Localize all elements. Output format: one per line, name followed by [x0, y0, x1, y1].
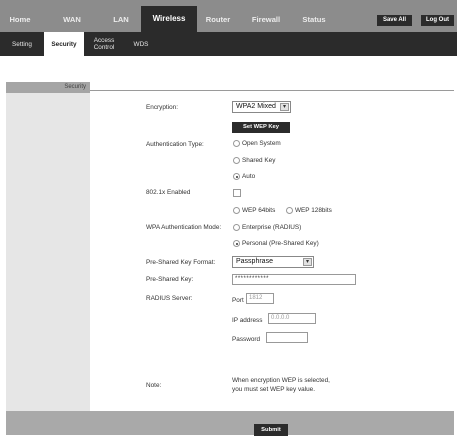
chevron-down-icon: ▾ [303, 258, 312, 266]
dot1x-label: 802.1x Enabled [146, 189, 191, 196]
radius-port-label: Port [232, 297, 244, 304]
nav-tab-lan[interactable]: LAN [101, 0, 141, 32]
radius-label: RADIUS Server: [146, 295, 193, 302]
radio-personal-label: Personal (Pre-Shared Key) [242, 240, 319, 247]
auth-type-label: Authentication Type: [146, 141, 204, 148]
submit-button[interactable]: Submit [254, 424, 288, 436]
note-line-2: you must set WEP key value. [232, 386, 315, 393]
radius-ip-input[interactable]: 0.0.0.0 [268, 313, 316, 324]
psk-format-value: Passphrase [236, 258, 273, 265]
radius-password-label: Password [232, 336, 261, 343]
radio-shared-key-label: Shared Key [242, 157, 276, 164]
wpa-mode-label: WPA Authentication Mode: [146, 224, 222, 231]
nav-tab-wireless[interactable]: Wireless [141, 6, 197, 32]
log-out-button[interactable]: Log Out [421, 15, 454, 26]
encryption-value: WPA2 Mixed [236, 103, 276, 110]
chevron-down-icon: ▾ [280, 103, 289, 111]
footer-bar [6, 411, 454, 435]
sub-nav: Setting Security Access Control WDS [0, 32, 457, 56]
dot1x-checkbox[interactable] [233, 189, 241, 197]
radius-ip-label: IP address [232, 317, 263, 324]
nav-tab-router[interactable]: Router [197, 0, 239, 32]
radio-wep-64[interactable] [233, 207, 240, 214]
radius-port-input[interactable]: 1812 [246, 293, 274, 304]
nav-tab-home[interactable]: Home [0, 0, 40, 32]
nav-tab-status[interactable]: Status [292, 0, 336, 32]
psk-input[interactable]: ************ [232, 274, 356, 285]
radio-wep-128[interactable] [286, 207, 293, 214]
sub-tab-wds[interactable]: WDS [124, 32, 158, 56]
sub-tab-setting[interactable]: Setting [2, 32, 42, 56]
left-column [6, 93, 90, 411]
radio-auto-label: Auto [242, 173, 256, 180]
note-line-1: When encryption WEP is selected, [232, 377, 330, 384]
radio-enterprise-label: Enterprise (RADIUS) [242, 224, 302, 231]
radio-auto[interactable] [233, 173, 240, 180]
section-divider [90, 90, 454, 91]
radio-open-system-label: Open System [242, 140, 281, 147]
radius-password-input[interactable] [266, 332, 308, 343]
sub-tab-security[interactable]: Security [44, 32, 84, 56]
radio-wep-128-label: WEP 128bits [295, 207, 332, 214]
set-wep-key-button[interactable]: Set WEP Key [232, 122, 290, 133]
radio-open-system[interactable] [233, 140, 240, 147]
radio-enterprise[interactable] [233, 224, 240, 231]
save-all-button[interactable]: Save All [377, 15, 412, 26]
nav-tab-firewall[interactable]: Firewall [242, 0, 290, 32]
psk-format-label: Pre-Shared Key Format: [146, 259, 216, 266]
sub-tab-access-control[interactable]: Access Control [86, 32, 122, 56]
encryption-select[interactable]: WPA2 Mixed ▾ [232, 101, 291, 113]
top-nav: Home WAN LAN Wireless Router Firewall St… [0, 0, 457, 32]
nav-tab-wan[interactable]: WAN [51, 0, 93, 32]
radio-personal[interactable] [233, 240, 240, 247]
psk-format-select[interactable]: Passphrase ▾ [232, 256, 314, 268]
psk-label: Pre-Shared Key: [146, 276, 194, 283]
encryption-label: Encryption: [146, 104, 178, 111]
radio-wep-64-label: WEP 64bits [242, 207, 276, 214]
radio-shared-key[interactable] [233, 157, 240, 164]
note-label: Note: [146, 382, 162, 389]
section-title: Security [6, 82, 90, 93]
